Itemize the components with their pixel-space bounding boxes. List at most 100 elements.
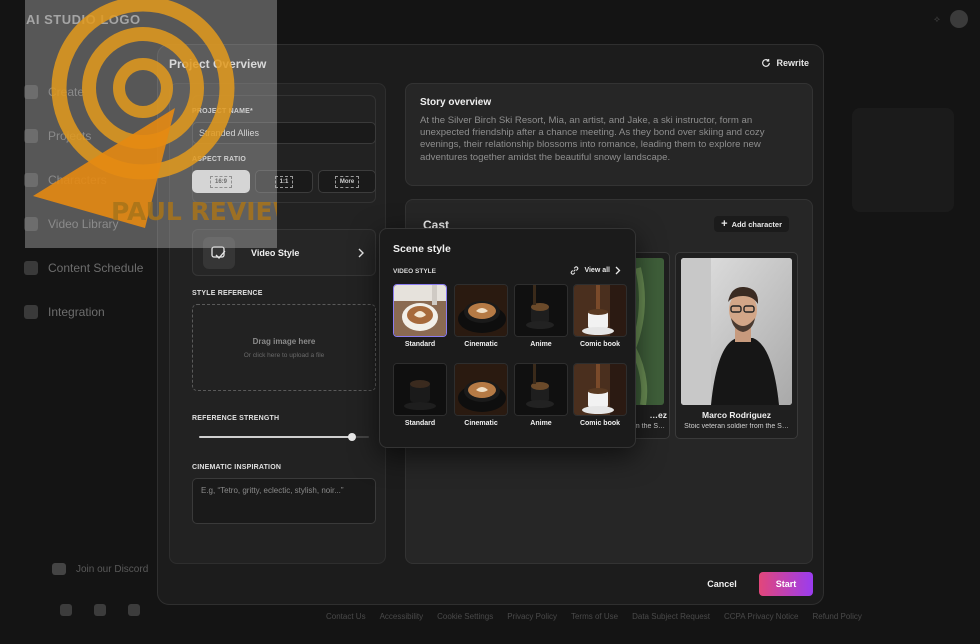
aspect-ratio-more-button[interactable]: More: [318, 170, 376, 193]
character-card[interactable]: Marco Rodriguez Stoic veteran soldier fr…: [675, 252, 798, 439]
aspect-ratio-16-9-label: 16:9: [209, 175, 232, 188]
sidebar-item-video-library[interactable]: Video Library: [24, 202, 164, 246]
home-icon: [24, 85, 38, 99]
user-icon: [24, 173, 38, 187]
style-option-label: Comic book: [579, 420, 621, 427]
footer-link[interactable]: CCPA Privacy Notice: [724, 612, 799, 621]
style-thumbnail: [454, 363, 508, 416]
style-thumbnail: [393, 284, 447, 337]
footer-link[interactable]: Data Subject Request: [632, 612, 710, 621]
sidebar-item-content-schedule[interactable]: Content Schedule: [24, 246, 164, 290]
rewrite-button[interactable]: Rewrite: [761, 58, 809, 68]
user-avatar-icon[interactable]: [950, 10, 968, 28]
app-logo: AI STUDIO LOGO: [26, 12, 141, 27]
dropzone-title: Drag image here: [252, 336, 316, 346]
style-option-label: Cinematic: [464, 341, 498, 348]
video-style-subtitle: VIDEO STYLE: [393, 268, 436, 275]
calendar-icon: [24, 261, 38, 275]
style-thumbnail: [573, 284, 627, 337]
cinematic-inspiration-label: CINEMATIC INSPIRATION: [192, 464, 282, 471]
style-thumbnail: [454, 284, 508, 337]
scene-style-popover: Scene style VIDEO STYLE View all Standar…: [379, 228, 636, 448]
style-option-label: Standard: [404, 341, 436, 348]
discord-icon: [52, 563, 66, 575]
start-button[interactable]: Start: [759, 572, 813, 596]
add-character-label: Add character: [731, 219, 782, 229]
sidebar-item-projects[interactable]: Projects: [24, 114, 164, 158]
story-overview-text[interactable]: At the Silver Birch Ski Resort, Mia, an …: [420, 115, 798, 164]
story-overview-card: Story overview At the Silver Birch Ski R…: [405, 83, 813, 186]
style-option-standard[interactable]: Standard: [393, 363, 447, 427]
footer-links: Contact Us Accessibility Cookie Settings…: [326, 612, 862, 621]
style-option-cinematic[interactable]: Cinematic: [454, 363, 508, 427]
style-thumbnail: [514, 363, 568, 416]
sidebar-item-integration[interactable]: Integration: [24, 290, 164, 334]
character-name: Marco Rodriguez: [702, 410, 771, 420]
video-style-selector[interactable]: Video Style: [192, 229, 376, 276]
dropzone-subtitle: Or click here to upload a file: [243, 351, 325, 359]
view-all-link[interactable]: View all: [570, 266, 621, 275]
aspect-ratio-1-1-label: 1:1: [274, 175, 294, 188]
chevron-right-icon: [615, 266, 621, 275]
video-style-label: Video Style: [251, 247, 300, 258]
aspect-ratio-1-1-button[interactable]: 1:1: [255, 170, 313, 193]
slider-thumb[interactable]: [348, 433, 356, 441]
style-option-standard[interactable]: Standard: [393, 284, 447, 348]
footer-link[interactable]: Accessibility: [380, 612, 424, 621]
style-option-label: Comic book: [579, 341, 621, 348]
style-thumbnail: [393, 363, 447, 416]
x-icon[interactable]: [128, 604, 140, 616]
style-option-comic-book[interactable]: Comic book: [573, 284, 627, 348]
project-name-input[interactable]: Stranded Allies: [192, 122, 376, 144]
refresh-icon: [762, 59, 771, 67]
style-option-label: Anime: [530, 341, 552, 348]
footer-link[interactable]: Terms of Use: [571, 612, 618, 621]
tiktok-icon[interactable]: [94, 604, 106, 616]
scene-style-title: Scene style: [393, 243, 451, 255]
cancel-button[interactable]: Cancel: [696, 573, 748, 595]
footer-link[interactable]: Contact Us: [326, 612, 366, 621]
top-right-link: ⟡: [934, 14, 940, 24]
footer-link[interactable]: Privacy Policy: [507, 612, 557, 621]
footer-link[interactable]: Cookie Settings: [437, 612, 493, 621]
discord-link[interactable]: Join our Discord: [52, 563, 148, 575]
story-overview-title: Story overview: [420, 97, 492, 108]
slider-fill: [199, 436, 352, 438]
style-thumbnail: [514, 284, 568, 337]
plus-icon: +: [721, 218, 728, 230]
character-photo: [681, 258, 792, 405]
aspect-ratio-more-label: More: [334, 175, 360, 188]
style-thumbnail: [573, 363, 627, 416]
social-links: [60, 604, 140, 616]
style-option-anime[interactable]: Anime: [514, 363, 568, 427]
footer-link[interactable]: Refund Policy: [812, 612, 861, 621]
style-option-cinematic[interactable]: Cinematic: [454, 284, 508, 348]
style-option-comic-book[interactable]: Comic book: [573, 363, 627, 427]
style-option-anime[interactable]: Anime: [514, 284, 568, 348]
reference-strength-label: REFERENCE STRENGTH: [192, 415, 280, 422]
style-icon: [203, 236, 235, 269]
aspect-ratio-label: ASPECT RATIO: [192, 156, 246, 163]
style-reference-dropzone[interactable]: Drag image here Or click here to upload …: [192, 304, 376, 391]
sidebar-item-create[interactable]: Create: [24, 70, 164, 114]
video-icon: [24, 217, 38, 231]
settings-panel: PROJECT NAME* Stranded Allies ASPECT RAT…: [169, 83, 386, 564]
reference-strength-slider[interactable]: [199, 433, 369, 441]
link-icon: [571, 266, 579, 275]
style-option-label: Standard: [404, 420, 436, 427]
aspect-ratio-16-9-button[interactable]: 16:9: [192, 170, 250, 193]
view-all-label: View all: [584, 267, 610, 274]
style-reference-label: STYLE REFERENCE: [192, 290, 263, 297]
rewrite-label: Rewrite: [776, 58, 809, 68]
add-character-button[interactable]: + Add character: [714, 216, 789, 232]
instagram-icon[interactable]: [60, 604, 72, 616]
cinematic-inspiration-input[interactable]: E.g, “Tetro, gritty, eclectic, stylish, …: [192, 478, 376, 524]
sidebar: Create Projects Characters Video Library…: [24, 70, 164, 334]
folder-icon: [24, 129, 38, 143]
style-option-label: Cinematic: [464, 420, 498, 427]
character-description: Stoic veteran soldier from the S…: [684, 423, 789, 430]
style-option-label: Anime: [530, 420, 552, 427]
project-name-label: PROJECT NAME*: [192, 108, 253, 115]
sidebar-item-characters[interactable]: Characters: [24, 158, 164, 202]
modal-title: Project Overview: [169, 57, 267, 71]
